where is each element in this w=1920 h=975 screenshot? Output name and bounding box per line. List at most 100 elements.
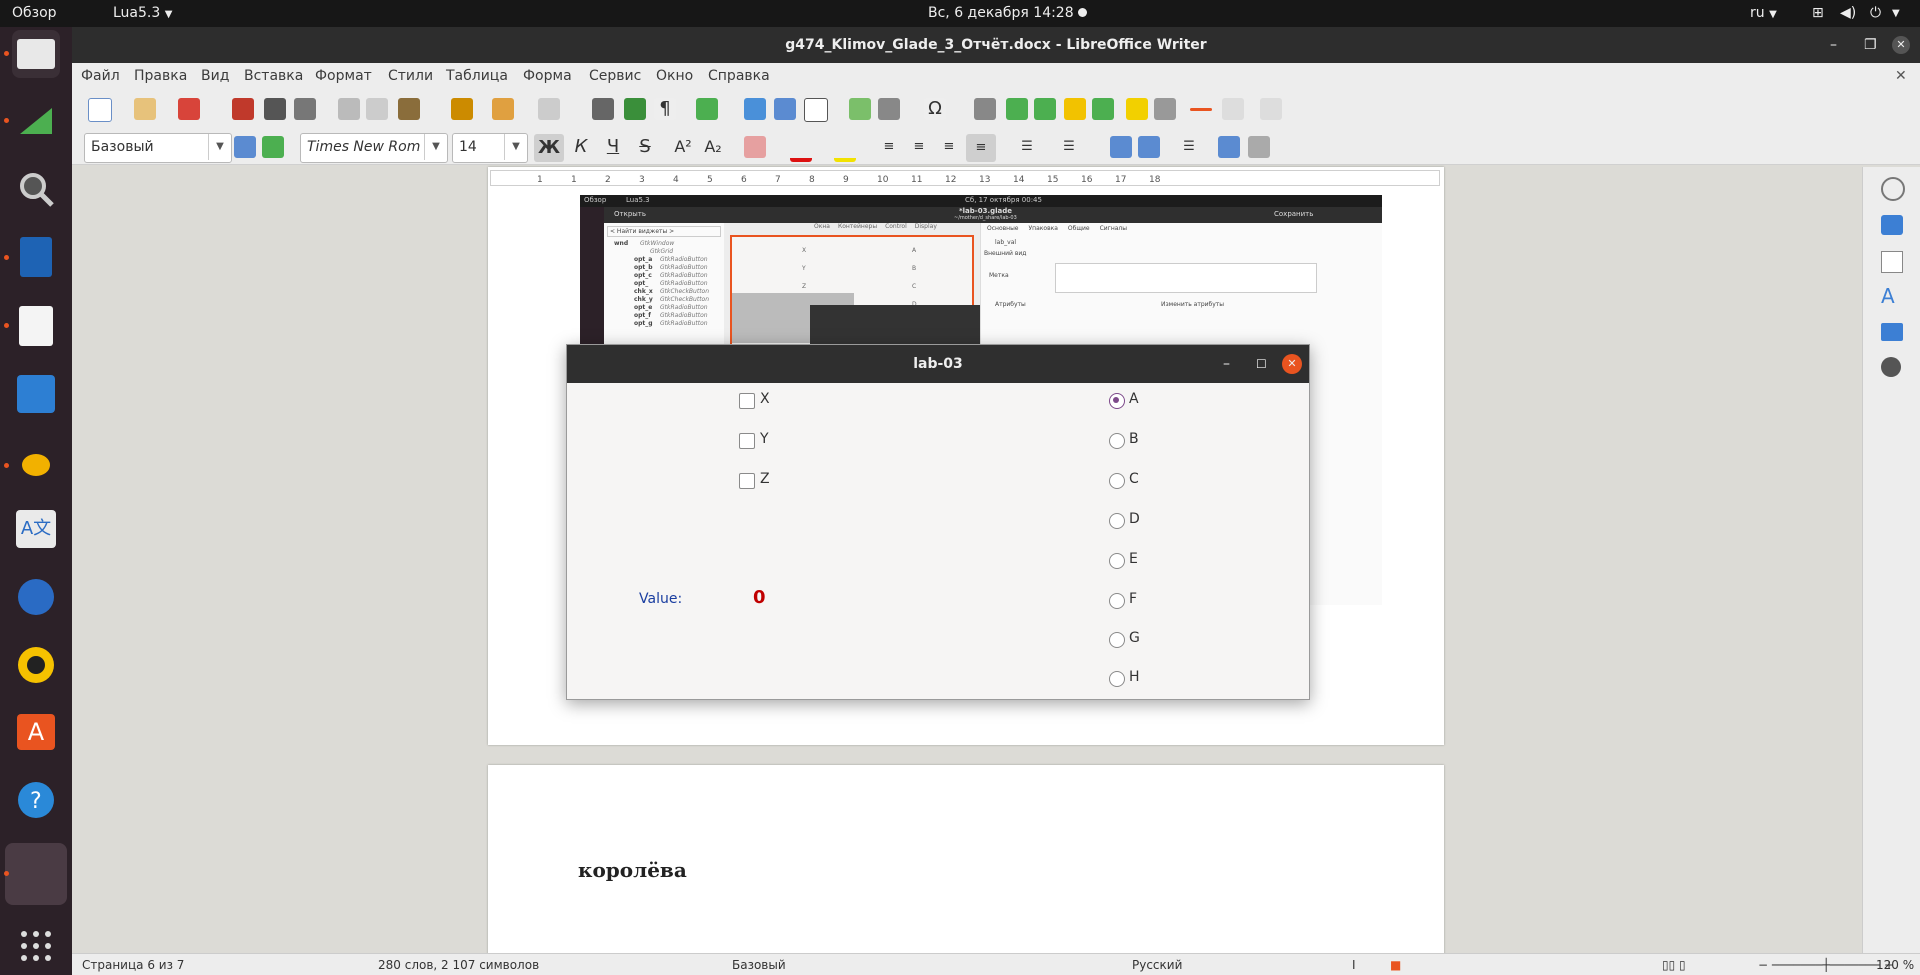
menu-view[interactable]: Вид <box>201 68 229 84</box>
redo-icon[interactable] <box>538 98 560 120</box>
close-icon[interactable]: ✕ <box>1282 354 1302 374</box>
maximize-icon[interactable]: ☐ <box>1256 345 1267 383</box>
decrease-paragraph-spacing-icon[interactable] <box>1248 136 1270 158</box>
basic-shapes-icon[interactable] <box>1222 98 1244 120</box>
export-pdf-icon[interactable] <box>232 98 254 120</box>
radio-d[interactable] <box>1109 513 1125 529</box>
special-character-icon[interactable]: Ω <box>924 98 946 120</box>
activities-button[interactable]: Обзор <box>12 5 57 21</box>
menu-file[interactable]: Файл <box>81 68 120 84</box>
radio-g[interactable] <box>1109 632 1125 648</box>
gallery-icon[interactable] <box>1881 323 1903 341</box>
hyperlink-icon[interactable] <box>974 98 996 120</box>
page-style[interactable]: Базовый <box>732 958 786 972</box>
checkbox-y-label[interactable]: Y <box>760 431 769 447</box>
page-7[interactable]: королёва <box>488 765 1444 965</box>
checkbox-x[interactable] <box>739 393 755 409</box>
cross-reference-icon[interactable] <box>1092 98 1114 120</box>
styles-icon[interactable]: A <box>1881 285 1901 307</box>
clear-formatting-icon[interactable] <box>744 136 766 158</box>
zoom-level[interactable]: 120 % <box>1876 958 1914 972</box>
clone-formatting-icon[interactable] <box>451 98 473 120</box>
app-menu[interactable]: Lua5.3 ▼ <box>113 5 172 21</box>
files-app-icon[interactable] <box>12 30 60 78</box>
insert-line-icon[interactable] <box>1190 108 1212 111</box>
teapot-app-icon[interactable] <box>12 437 60 485</box>
menu-insert[interactable]: Вставка <box>244 68 303 84</box>
radio-a[interactable] <box>1109 393 1125 409</box>
insert-field-icon[interactable] <box>878 98 900 120</box>
zoom-slider[interactable]: − ───────┼─────── + <box>1758 958 1894 972</box>
find-replace-icon[interactable] <box>592 98 614 120</box>
page-count[interactable]: Страница 6 из 7 <box>82 958 184 972</box>
save-icon[interactable] <box>178 98 200 120</box>
minimize-icon[interactable]: – <box>1223 345 1230 383</box>
font-color-button[interactable] <box>790 136 812 162</box>
font-size-combo[interactable]: 14 ▼ <box>452 133 528 163</box>
paragraph-style-combo[interactable]: Базовый ▼ <box>84 133 232 163</box>
insert-image-icon[interactable] <box>744 98 766 120</box>
navigator-icon[interactable] <box>1881 357 1901 377</box>
radio-g-label[interactable]: G <box>1129 630 1140 646</box>
active-window-icon[interactable] <box>5 843 67 905</box>
horizontal-ruler[interactable]: 1 1 2 3 4 5 6 7 8 9 10 11 12 13 14 15 16 17 18 <box>490 170 1440 186</box>
align-right-button[interactable]: ≡ <box>938 136 960 158</box>
clock[interactable]: Вс, 6 декабря 14:28 <box>928 5 1074 21</box>
menu-format[interactable]: Формат <box>315 68 372 84</box>
update-style-icon[interactable] <box>234 136 256 158</box>
track-changes-icon[interactable] <box>1154 98 1176 120</box>
insert-chart-icon[interactable] <box>774 98 796 120</box>
align-left-button[interactable]: ≡ <box>878 136 900 158</box>
menu-window[interactable]: Окно <box>656 68 693 84</box>
page-break-icon[interactable] <box>849 98 871 120</box>
italic-button[interactable]: К <box>570 136 592 158</box>
radio-h-label[interactable]: H <box>1129 669 1140 685</box>
checkbox-z[interactable] <box>739 473 755 489</box>
menu-edit[interactable]: Правка <box>134 68 187 84</box>
radio-c[interactable] <box>1109 473 1125 489</box>
menu-help[interactable]: Справка <box>708 68 770 84</box>
line-spacing-button[interactable]: ☰ <box>1178 136 1200 158</box>
radio-f-label[interactable]: F <box>1129 591 1137 607</box>
chevron-down-icon[interactable]: ▼ <box>424 134 447 160</box>
text-editor-icon[interactable] <box>12 302 60 350</box>
formatting-marks-icon[interactable]: ¶ <box>654 98 676 120</box>
properties-icon[interactable] <box>1881 215 1903 235</box>
comment-icon[interactable] <box>1126 98 1148 120</box>
radio-h[interactable] <box>1109 671 1125 687</box>
menu-table[interactable]: Таблица <box>446 68 508 84</box>
decrease-indent-icon[interactable] <box>1138 136 1160 158</box>
radio-b[interactable] <box>1109 433 1125 449</box>
gear-icon[interactable] <box>1881 177 1905 201</box>
minimize-icon[interactable]: – <box>1830 27 1837 63</box>
geometry-app-icon[interactable] <box>12 97 60 145</box>
network-icon[interactable]: ⊞ <box>1812 5 1824 21</box>
font-name-combo[interactable]: Times New Rom ▼ <box>300 133 448 163</box>
print-preview-icon[interactable] <box>294 98 316 120</box>
radio-e[interactable] <box>1109 553 1125 569</box>
footnote-icon[interactable] <box>1006 98 1028 120</box>
open-folder-icon[interactable] <box>134 98 156 120</box>
insert-textbox-icon[interactable] <box>804 98 828 122</box>
radio-f[interactable] <box>1109 593 1125 609</box>
endnote-icon[interactable] <box>1034 98 1056 120</box>
new-document-icon[interactable] <box>88 98 112 122</box>
rhythmbox-icon[interactable] <box>12 641 60 689</box>
radio-b-label[interactable]: B <box>1129 431 1139 447</box>
checkbox-z-label[interactable]: Z <box>760 471 770 487</box>
translate-app-icon[interactable]: A文 <box>12 505 60 553</box>
menu-tools[interactable]: Сервис <box>589 68 641 84</box>
paste-icon[interactable] <box>398 98 420 120</box>
strikethrough-button[interactable]: S <box>634 136 656 158</box>
screenshot-app-icon[interactable] <box>12 370 60 418</box>
highlight-color-button[interactable] <box>834 136 856 162</box>
radio-d-label[interactable]: D <box>1129 511 1140 527</box>
bookmark-icon[interactable] <box>1064 98 1086 120</box>
chevron-down-icon[interactable]: ▼ <box>504 134 527 160</box>
close-icon[interactable]: ✕ <box>1892 36 1910 54</box>
chevron-down-icon[interactable]: ▼ <box>208 134 231 160</box>
spellcheck-icon[interactable] <box>624 98 646 120</box>
bold-button[interactable]: Ж <box>534 134 564 162</box>
superscript-button[interactable]: A² <box>672 136 694 158</box>
radio-a-label[interactable]: A <box>1129 391 1139 407</box>
